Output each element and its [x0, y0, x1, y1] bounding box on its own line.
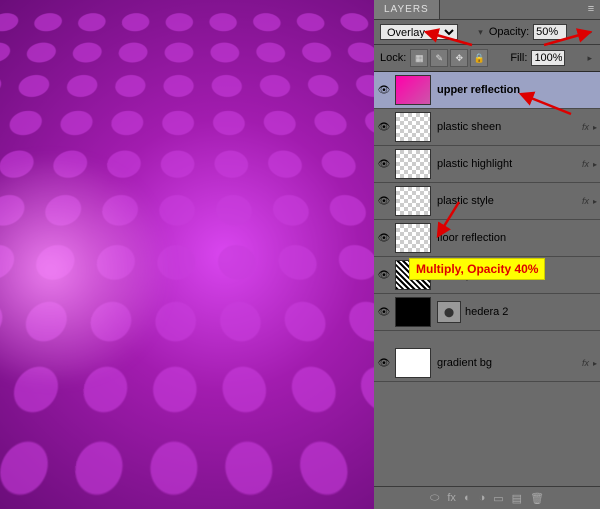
callout-annotation: Multiply, Opacity 40% — [409, 258, 545, 280]
fill-input[interactable] — [531, 50, 565, 66]
fx-icon[interactable]: fx — [447, 492, 456, 504]
lock-position-icon[interactable]: ✥ — [450, 49, 468, 67]
visibility-eye-icon[interactable] — [377, 356, 391, 370]
fx-badge[interactable]: fx — [582, 159, 589, 169]
dropdown-arrow-icon[interactable]: ▾ — [478, 27, 483, 38]
fx-badge[interactable]: fx — [582, 358, 589, 368]
layer-name-label[interactable]: plastic sheen — [437, 121, 582, 133]
layer-thumbnail[interactable] — [395, 149, 431, 179]
fx-badge[interactable]: fx — [582, 196, 589, 206]
layer-thumbnail[interactable] — [395, 223, 431, 253]
lock-label: Lock: — [380, 52, 406, 64]
lock-all-icon[interactable]: 🔒 — [470, 49, 488, 67]
layer-mask-thumbnail[interactable]: ⬤ — [437, 301, 461, 323]
fill-label: Fill: — [510, 52, 527, 64]
visibility-eye-icon[interactable] — [377, 268, 391, 282]
fill-flyout-icon[interactable]: ▸ — [587, 53, 592, 64]
visibility-eye-icon[interactable] — [377, 194, 391, 208]
lock-transparency-icon[interactable]: ▦ — [410, 49, 428, 67]
layer-thumbnail[interactable] — [395, 297, 431, 327]
blend-mode-select[interactable]: Overlay — [380, 24, 458, 40]
group-icon[interactable]: ▭ — [493, 492, 503, 505]
layer-name-label[interactable]: gradient bg — [437, 357, 582, 369]
opacity-input[interactable] — [533, 24, 567, 40]
layer-thumbnail[interactable] — [395, 348, 431, 378]
lock-icons: ▦ ✎ ✥ 🔒 — [410, 49, 488, 67]
opacity-flyout-icon[interactable]: ▸ — [587, 27, 592, 38]
panel-tab[interactable]: LAYERS — [374, 0, 440, 19]
layer-row[interactable]: gradient bgfx ▸ — [374, 345, 600, 382]
visibility-eye-icon[interactable] — [377, 305, 391, 319]
layer-row[interactable]: floor reflection — [374, 220, 600, 257]
layer-row[interactable]: plastic highlightfx ▸ — [374, 146, 600, 183]
panel-menu-icon[interactable] — [582, 0, 600, 18]
canvas-preview — [0, 0, 374, 509]
layer-row[interactable]: plastic stylefx ▸ — [374, 183, 600, 220]
visibility-eye-icon[interactable] — [377, 231, 391, 245]
link-layers-icon[interactable]: ⬭ — [430, 492, 439, 505]
expand-fx-icon[interactable]: ▸ — [593, 197, 597, 206]
layer-name-label[interactable]: plastic highlight — [437, 158, 582, 170]
layer-name-label[interactable]: upper reflection — [437, 84, 597, 96]
lock-pixels-icon[interactable]: ✎ — [430, 49, 448, 67]
trash-icon[interactable]: 🗑 — [530, 492, 544, 505]
layer-name-label[interactable]: hedera 2 — [465, 306, 597, 318]
adjustment-icon[interactable]: ◑ — [479, 492, 486, 504]
layer-row[interactable]: plastic sheenfx ▸ — [374, 109, 600, 146]
expand-fx-icon[interactable]: ▸ — [593, 123, 597, 132]
layer-thumbnail[interactable] — [395, 75, 431, 105]
fx-badge[interactable]: fx — [582, 122, 589, 132]
mask-icon[interactable]: ◐ — [464, 492, 471, 504]
layer-name-label[interactable]: floor reflection — [437, 232, 597, 244]
new-layer-icon[interactable]: ▤ — [512, 492, 522, 505]
layer-row[interactable]: ⬤ hedera 2 — [374, 294, 600, 331]
layers-panel: LAYERS Overlay ▾ Opacity: ▸ Lock: ▦ ✎ ✥ … — [374, 0, 600, 509]
expand-fx-icon[interactable]: ▸ — [593, 359, 597, 368]
layer-row[interactable]: upper reflection — [374, 72, 600, 109]
layer-thumbnail[interactable] — [395, 112, 431, 142]
visibility-eye-icon[interactable] — [377, 157, 391, 171]
layer-name-label[interactable]: plastic style — [437, 195, 582, 207]
opacity-label: Opacity: — [489, 26, 529, 38]
panel-footer: ⬭ fx ◐ ◑ ▭ ▤ 🗑 — [374, 486, 600, 509]
visibility-eye-icon[interactable] — [377, 120, 391, 134]
expand-fx-icon[interactable]: ▸ — [593, 160, 597, 169]
visibility-eye-icon[interactable] — [377, 83, 391, 97]
layer-thumbnail[interactable] — [395, 186, 431, 216]
